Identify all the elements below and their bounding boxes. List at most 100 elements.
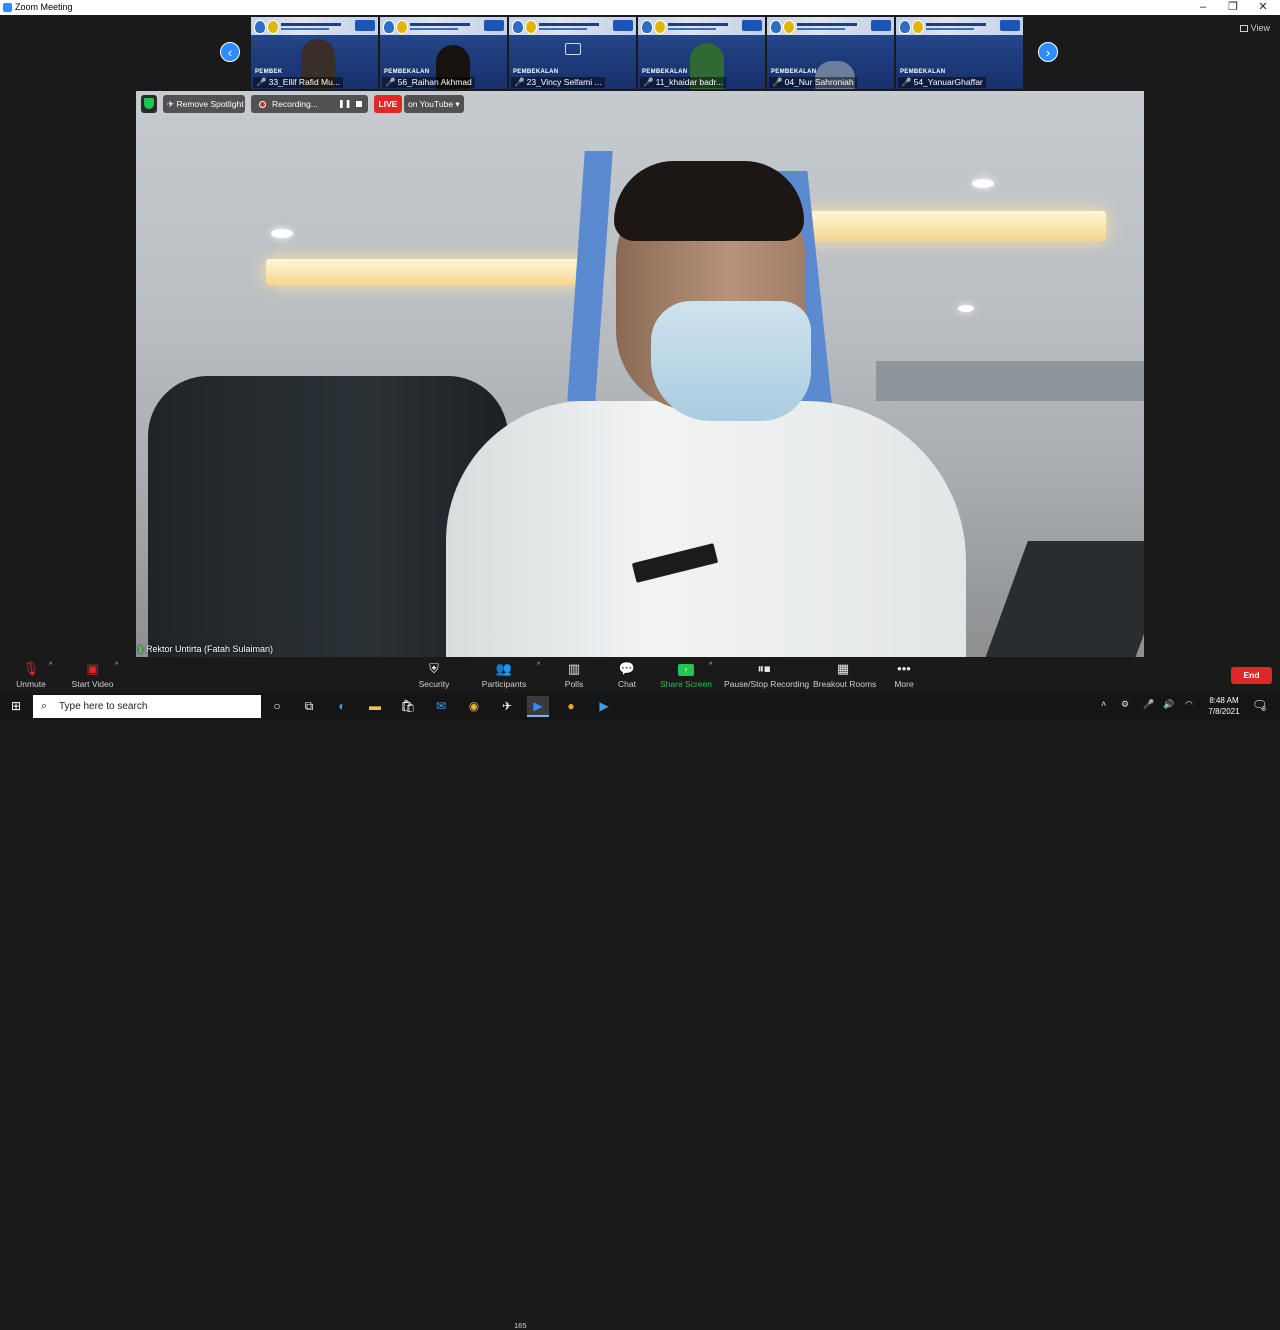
more-button[interactable]: ••• More <box>892 661 916 689</box>
chat-icon: 💬 <box>618 661 636 676</box>
event-badge <box>355 20 375 31</box>
chat-button[interactable]: 💬 Chat <box>615 661 639 689</box>
event-badge <box>484 20 504 31</box>
muted-mic-icon: 🎤 <box>256 77 267 87</box>
live-on-youtube-dropdown[interactable]: on YouTube ▾ <box>404 95 464 113</box>
muted-mic-icon: 🎤 <box>514 77 525 87</box>
background-banner-text: PEMBEKALAN <box>900 69 946 75</box>
share-options-caret[interactable]: ^ <box>709 662 712 669</box>
mail-icon[interactable]: ✉ <box>430 696 452 717</box>
search-placeholder: Type here to search <box>59 701 148 712</box>
cortana-icon[interactable]: ○ <box>266 696 288 717</box>
participant-name: 🎤 33_Ellif Rafid Mu... <box>253 77 343 88</box>
next-page-button[interactable]: › <box>1038 42 1058 62</box>
participant-name-text: 54_YanuarGhaffar <box>913 77 983 87</box>
grid-view-icon <box>1239 25 1248 32</box>
pause-stop-recording-button[interactable]: ⏸⏹ Pause/Stop Recording <box>724 661 809 689</box>
wifi-icon[interactable]: ◠ <box>1185 699 1193 710</box>
spotlight-video[interactable] <box>136 91 1144 657</box>
banner-stripe <box>668 23 728 26</box>
window-title: Zoom Meeting <box>15 2 73 12</box>
banner-stripe <box>668 28 716 30</box>
unmute-button[interactable]: 🎙 Unmute <box>14 661 48 689</box>
live-badge: LIVE <box>374 95 402 113</box>
task-view-icon[interactable]: ⧉ <box>298 696 320 717</box>
windows-start-button[interactable]: ⊞ <box>0 693 32 720</box>
background-banner-text: PEMBEKALAN <box>513 69 559 75</box>
participants-options-caret[interactable]: ^ <box>537 662 540 669</box>
record-icon <box>259 101 266 108</box>
participant-thumbnail[interactable]: PEMBEKALAN 🎤 23_Vincy Selfami ... <box>509 17 636 89</box>
laptop <box>984 541 1144 657</box>
show-hidden-icons-chevron[interactable]: ˄ <box>1101 699 1106 709</box>
breakout-rooms-button[interactable]: ▦ Breakout Rooms <box>813 661 876 689</box>
institution-logo <box>654 20 666 34</box>
view-button[interactable]: View <box>1239 23 1270 33</box>
background-banner-text: PEMBEK <box>255 69 283 75</box>
encryption-shield-icon[interactable] <box>141 95 157 113</box>
pause-recording-button[interactable]: ❚❚ <box>338 95 351 113</box>
share-screen-button[interactable]: ↑ Share Screen <box>660 661 712 689</box>
participant-thumbnail[interactable]: PEMBEKALAN 🎤 11_khaidar badr... <box>638 17 765 89</box>
windows-taskbar: ⊞ ⌕ Type here to search ○ ⧉ ◐ ▬ 🛍 ✉ ◉ ✈ … <box>0 693 1280 720</box>
microphone-tray-icon[interactable]: 🎤 <box>1143 699 1154 710</box>
clock-date: 7/8/2021 <box>1208 707 1240 716</box>
zoom-app-icon <box>3 3 12 12</box>
network-device-icon[interactable]: ⚙ <box>1121 699 1129 710</box>
participant-thumbnail[interactable]: PEMBEKALAN 🎤 54_YanuarGhaffar <box>896 17 1023 89</box>
app-icon[interactable]: ● <box>560 696 582 717</box>
banner-stripe <box>539 23 599 26</box>
more-label: More <box>894 679 914 689</box>
file-explorer-icon[interactable]: ▬ <box>364 696 386 717</box>
banner-stripe <box>410 23 470 26</box>
security-button[interactable]: ⛨ Security <box>416 661 452 689</box>
video-options-caret[interactable]: ^ <box>115 662 118 669</box>
close-button[interactable]: ✕ <box>1248 0 1278 15</box>
participant-thumbnail[interactable]: PEMBEK 🎤 33_Ellif Rafid Mu... <box>251 17 378 89</box>
ceiling-spotlight <box>972 179 994 188</box>
background-banner-text: PEMBEKALAN <box>384 69 430 75</box>
participant-name-text: 04_Nur Sahroniah <box>784 77 854 87</box>
taskbar-search-box[interactable]: ⌕ Type here to search <box>33 695 261 718</box>
participant-count: 165 <box>514 1321 527 1330</box>
audio-options-caret[interactable]: ^ <box>49 662 52 669</box>
stop-recording-button[interactable] <box>356 101 362 107</box>
participant-thumbnail[interactable]: PEMBEKALAN 🎤 04_Nur Sahroniah <box>767 17 894 89</box>
clock-time: 8:48 AM <box>1209 696 1239 705</box>
window-title-bar: Zoom Meeting – ❐ ✕ <box>0 0 1280 15</box>
start-video-button[interactable]: ▣ Start Video <box>70 661 115 689</box>
participant-name-text: 23_Vincy Selfami ... <box>526 77 602 87</box>
pause-stop-icon: ⏸⏹ <box>757 661 771 676</box>
media-app-icon[interactable]: ▶ <box>593 696 615 717</box>
app-icon[interactable]: ✈ <box>496 696 518 717</box>
institution-logo <box>525 20 537 34</box>
taskbar-clock[interactable]: 8:48 AM 7/8/2021 <box>1204 695 1244 717</box>
signal-bars-icon: ▮ <box>138 644 143 654</box>
share-screen-icon: ↑ <box>660 661 712 677</box>
volume-icon[interactable]: 🔊 <box>1163 699 1174 710</box>
edge-browser-icon[interactable]: ◐ <box>331 696 353 717</box>
chrome-icon[interactable]: ◉ <box>463 696 485 717</box>
remove-spotlight-button[interactable]: ✈ Remove Spotlight <box>163 95 245 113</box>
participants-label: Participants <box>481 679 527 689</box>
recording-indicator: Recording... ❚❚ <box>251 95 368 113</box>
restore-button[interactable]: ❐ <box>1218 0 1248 15</box>
speaker-name-label: ▮ Rektor Untirta (Fatah Sulaiman) <box>138 644 273 655</box>
banner-stripe <box>539 28 587 30</box>
participant-thumbnail-strip: PEMBEK 🎤 33_Ellif Rafid Mu... PEMBEKALAN … <box>251 17 1023 89</box>
banner-stripe <box>410 28 458 30</box>
institution-logo <box>783 20 795 34</box>
participants-button[interactable]: 👥 Participants <box>481 661 527 689</box>
video-off-icon: ▣ <box>86 661 99 676</box>
previous-page-button[interactable]: ‹ <box>220 42 240 62</box>
end-meeting-button[interactable]: End <box>1231 667 1272 684</box>
zoom-taskbar-icon[interactable]: ▶ <box>527 696 549 717</box>
microsoft-store-icon[interactable]: 🛍 <box>397 696 419 717</box>
muted-mic-icon: 🎤 <box>772 77 783 87</box>
event-badge <box>613 20 633 31</box>
polls-button[interactable]: ▥ Polls <box>562 661 586 689</box>
minimize-button[interactable]: – <box>1188 0 1218 15</box>
event-badge <box>871 20 891 31</box>
recording-label: Recording... <box>272 99 318 109</box>
participant-thumbnail[interactable]: PEMBEKALAN 🎤 56_Raihan Akhmad <box>380 17 507 89</box>
